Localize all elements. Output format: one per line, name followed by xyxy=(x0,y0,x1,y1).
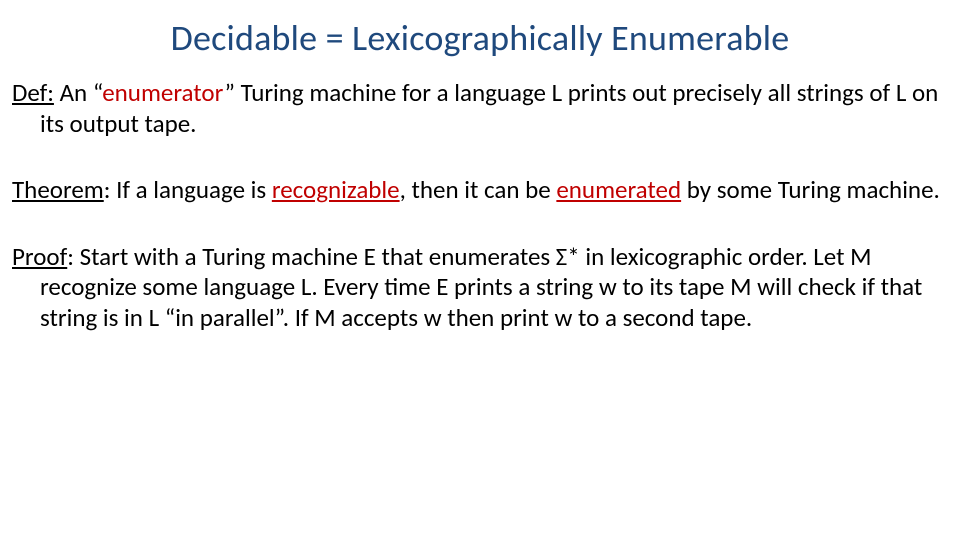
def-pre: An “ xyxy=(54,77,102,108)
slide: Decidable = Lexicographically Enumerable… xyxy=(0,0,960,540)
theorem-post: by some Turing machine. xyxy=(681,174,940,205)
theorem-pre: If a language is xyxy=(116,174,272,205)
theorem-mid: , then it can be xyxy=(400,174,557,205)
proof-paragraph: Proof: Start with a Turing machine E tha… xyxy=(12,242,948,334)
proof-sep: : xyxy=(67,241,79,272)
theorem-label: Theorem xyxy=(12,174,104,205)
definition-paragraph: Def: An “enumerator” Turing machine for … xyxy=(12,78,948,139)
slide-title: Decidable = Lexicographically Enumerable xyxy=(12,16,948,60)
def-enumerator-word: enumerator xyxy=(102,77,224,108)
def-label: Def: xyxy=(12,77,54,108)
theorem-enumerated-word: enumerated xyxy=(556,174,681,205)
theorem-recognizable-word: recognizable xyxy=(272,174,400,205)
proof-label: Proof xyxy=(12,241,67,272)
theorem-sep: : xyxy=(104,174,116,205)
proof-text: Start with a Turing machine E that enume… xyxy=(40,241,922,333)
theorem-paragraph: Theorem: If a language is recognizable, … xyxy=(12,175,948,206)
slide-body: Def: An “enumerator” Turing machine for … xyxy=(12,78,948,333)
